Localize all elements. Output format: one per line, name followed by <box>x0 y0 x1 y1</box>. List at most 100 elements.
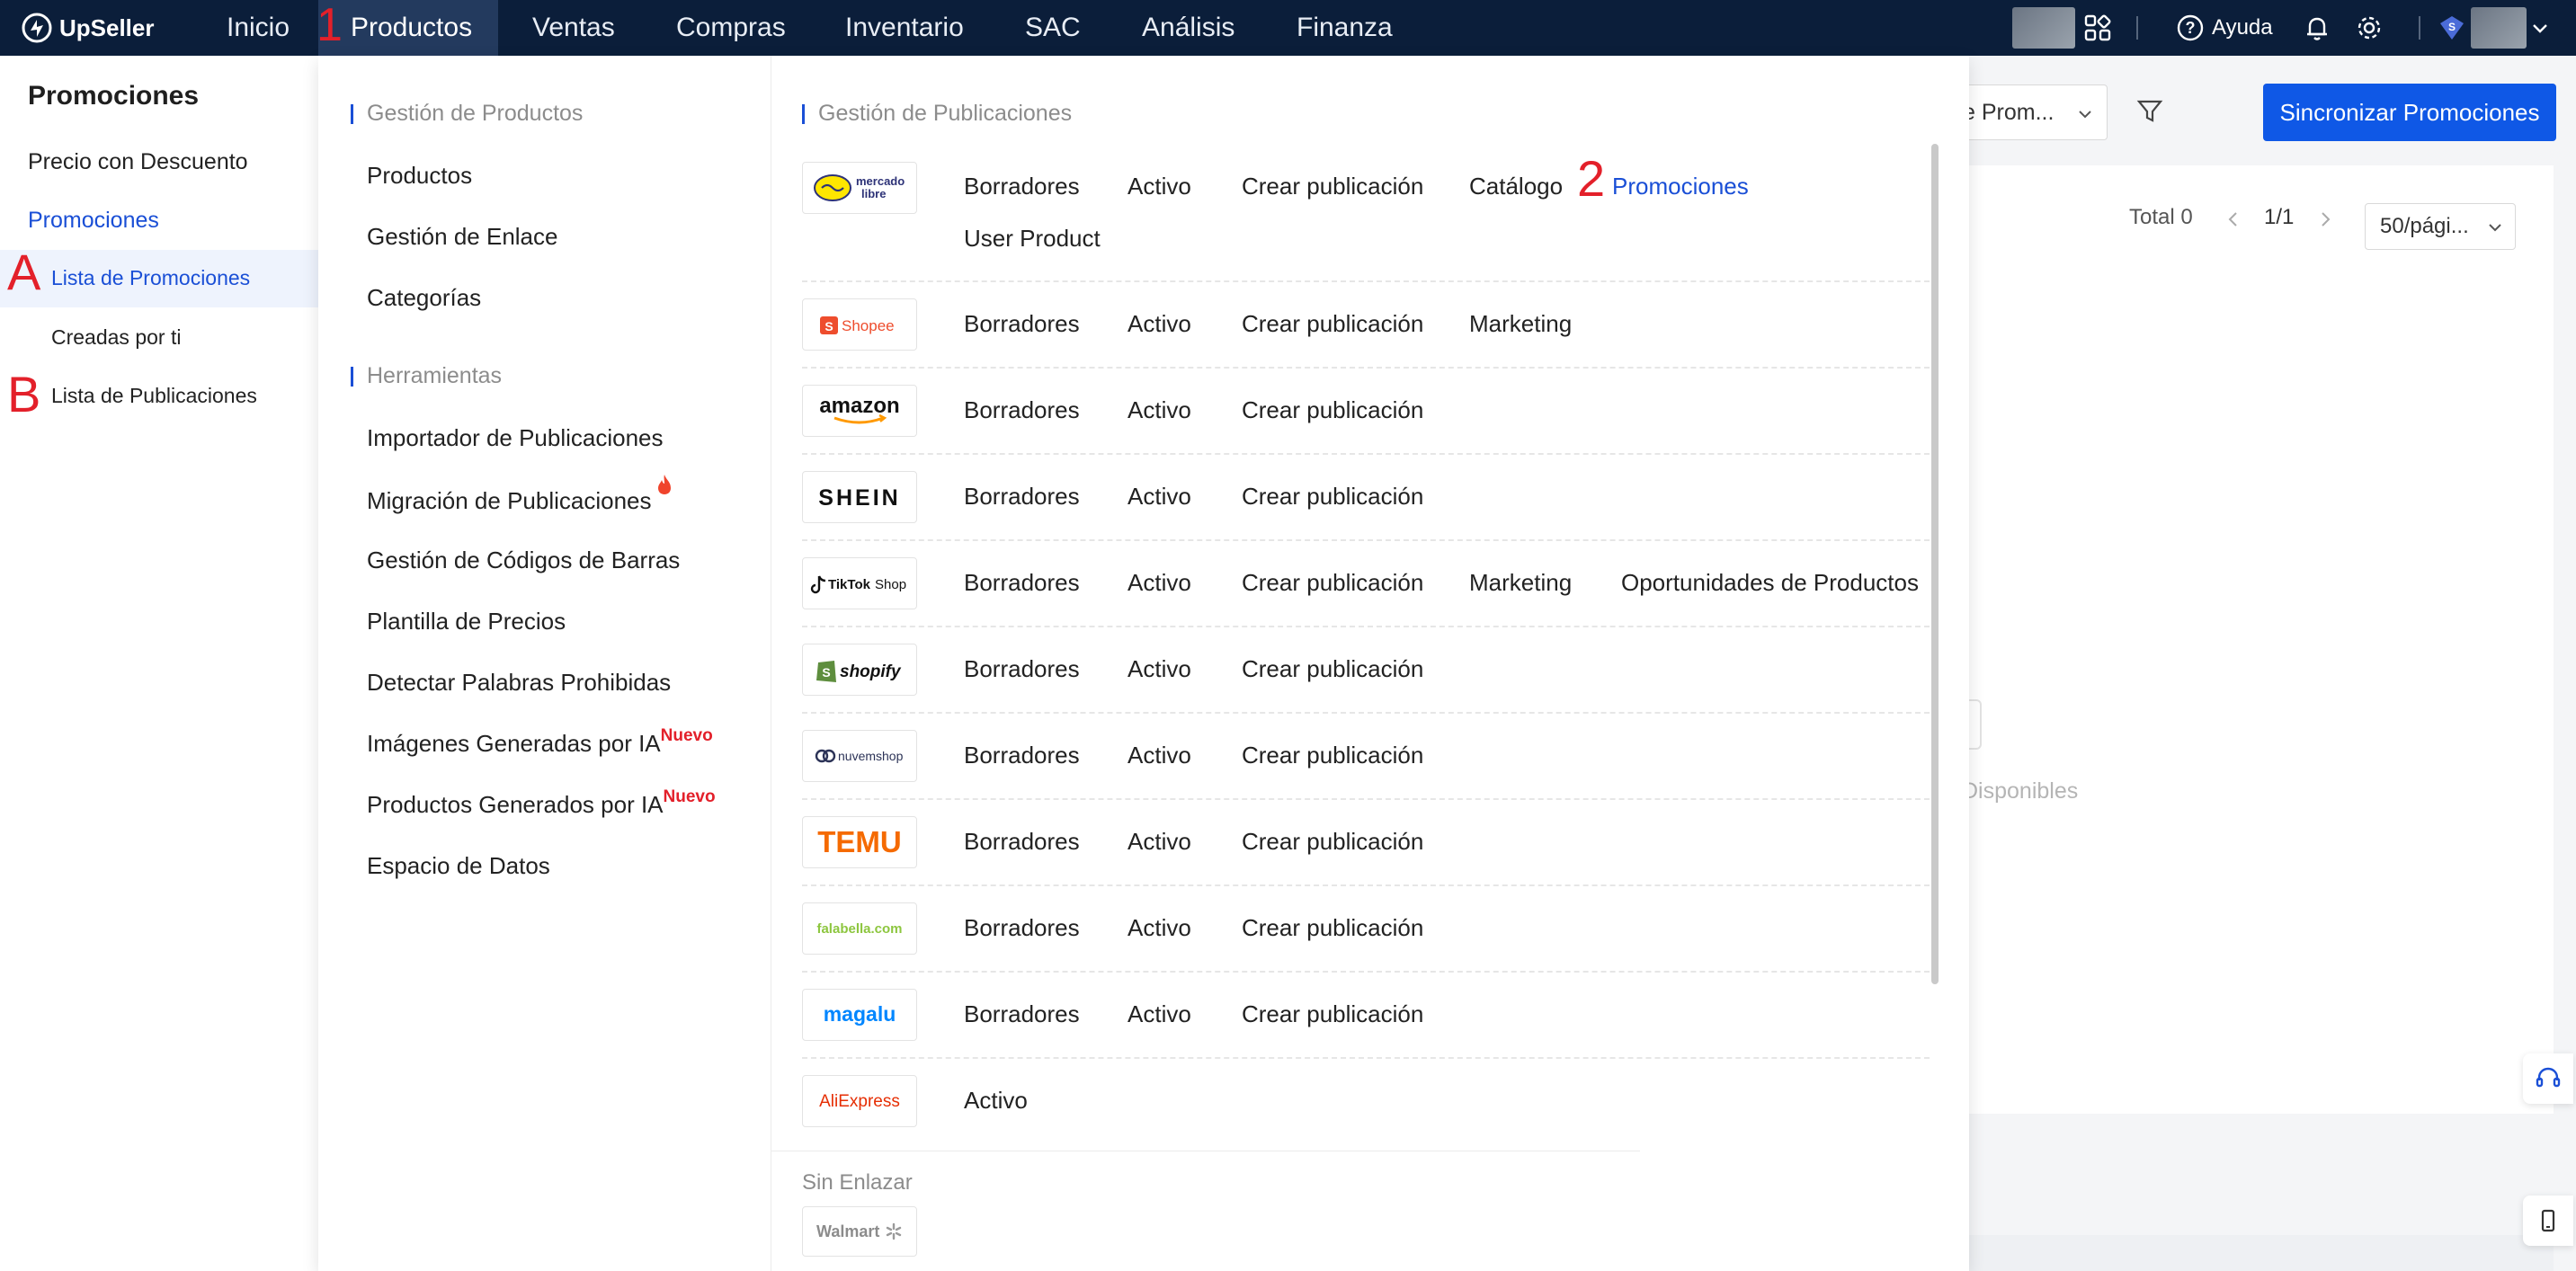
menu-link-palabras-prohibidas[interactable]: Detectar Palabras Prohibidas <box>367 669 671 697</box>
menu-link-imagenes-ia[interactable]: Imágenes Generadas por IANuevo <box>367 726 713 758</box>
user-avatar[interactable] <box>2471 7 2527 49</box>
temu-activo-link[interactable]: Activo <box>1128 828 1191 856</box>
shopify-crear-publicacion-link[interactable]: Crear publicación <box>1242 655 1423 683</box>
aliexpress-logo[interactable]: AliExpress <box>802 1075 917 1127</box>
nav-productos[interactable]: Productos <box>318 0 498 56</box>
ml-crear-publicacion-link[interactable]: Crear publicación <box>1242 173 1423 200</box>
nav-analisis[interactable]: Análisis <box>1110 0 1267 56</box>
ml-user-product-link[interactable]: User Product <box>964 225 1101 253</box>
temu-borradores-link[interactable]: Borradores <box>964 828 1080 856</box>
vip-badge-icon[interactable]: S <box>2437 13 2467 43</box>
ml-catalogo-link[interactable]: Catálogo <box>1469 173 1563 200</box>
ml-borradores-link[interactable]: Borradores <box>964 173 1080 200</box>
platform-row-shein: SHEIN Borradores Activo Crear publicació… <box>802 455 1930 541</box>
nav-ventas[interactable]: Ventas <box>500 0 647 56</box>
amazon-logo[interactable]: amazon <box>802 385 917 437</box>
ml-promociones-link[interactable]: Promociones <box>1612 173 1749 200</box>
nav-inicio[interactable]: Inicio <box>194 0 322 56</box>
shein-crear-publicacion-link[interactable]: Crear publicación <box>1242 483 1423 511</box>
tiktok-crear-publicacion-link[interactable]: Crear publicación <box>1242 569 1423 597</box>
menu-link-importador[interactable]: Importador de Publicaciones <box>367 424 664 452</box>
annotation-marker-1: 1 <box>316 0 343 51</box>
page-indicator: 1/1 <box>2264 205 2295 229</box>
menu-link-migracion[interactable]: Migración de Publicaciones <box>367 475 673 515</box>
tiktok-activo-link[interactable]: Activo <box>1128 569 1191 597</box>
next-page-icon[interactable] <box>2314 209 2336 230</box>
section-gestion-productos: Gestión de Productos <box>351 101 583 127</box>
bell-icon[interactable] <box>2302 13 2332 43</box>
falabella-logo[interactable]: falabella.com <box>802 902 917 955</box>
amazon-activo-link[interactable]: Activo <box>1128 396 1191 424</box>
menu-link-plantilla-precios[interactable]: Plantilla de Precios <box>367 608 566 636</box>
temu-logo[interactable]: TEMU <box>802 816 917 868</box>
shopify-logo[interactable]: S shopify <box>802 644 917 696</box>
shein-logo[interactable]: SHEIN <box>802 471 917 523</box>
help-link[interactable]: ? Ayuda <box>2176 0 2273 56</box>
menu-link-categorias[interactable]: Categorías <box>367 284 481 312</box>
page-size-select[interactable]: 50/pági... <box>2365 203 2516 250</box>
promotion-type-select[interactable]: e Prom... <box>1960 84 2108 140</box>
nav-compras[interactable]: Compras <box>644 0 818 56</box>
shein-activo-link[interactable]: Activo <box>1128 483 1191 511</box>
sidebar-item-precio-descuento[interactable]: Precio con Descuento <box>28 149 248 175</box>
nuvemshop-activo-link[interactable]: Activo <box>1128 742 1191 769</box>
menu-link-gestion-enlace[interactable]: Gestión de Enlace <box>367 223 557 251</box>
temu-crear-publicacion-link[interactable]: Crear publicación <box>1242 828 1423 856</box>
falabella-activo-link[interactable]: Activo <box>1128 914 1191 942</box>
shopee-crear-publicacion-link[interactable]: Crear publicación <box>1242 310 1423 338</box>
platform-row-magalu: magalu Borradores Activo Crear publicaci… <box>802 973 1930 1059</box>
gear-icon[interactable] <box>2354 13 2384 43</box>
nav-sac[interactable]: SAC <box>993 0 1113 56</box>
shopify-borradores-link[interactable]: Borradores <box>964 655 1080 683</box>
mobile-float-button[interactable] <box>2523 1195 2573 1246</box>
shopee-marketing-link[interactable]: Marketing <box>1469 310 1572 338</box>
magalu-crear-publicacion-link[interactable]: Crear publicación <box>1242 1000 1423 1028</box>
magalu-borradores-link[interactable]: Borradores <box>964 1000 1080 1028</box>
amazon-borradores-link[interactable]: Borradores <box>964 396 1080 424</box>
menu-link-codigos-barras[interactable]: Gestión de Códigos de Barras <box>367 547 680 574</box>
annotation-marker-b: B <box>7 366 41 422</box>
shopee-logo[interactable]: S Shopee <box>802 298 917 351</box>
nuvemshop-borradores-link[interactable]: Borradores <box>964 742 1080 769</box>
mercadolibre-logo[interactable]: mercado libre <box>802 162 917 214</box>
tiktok-borradores-link[interactable]: Borradores <box>964 569 1080 597</box>
nuvemshop-crear-publicacion-link[interactable]: Crear publicación <box>1242 742 1423 769</box>
menu-link-productos[interactable]: Productos <box>367 162 472 190</box>
walmart-logo[interactable]: Walmart <box>802 1206 917 1257</box>
tiktok-oportunidades-link[interactable]: Oportunidades de Productos <box>1621 569 1919 597</box>
falabella-borradores-link[interactable]: Borradores <box>964 914 1080 942</box>
shopee-borradores-link[interactable]: Borradores <box>964 310 1080 338</box>
nuvemshop-logo[interactable]: nuvemshop <box>802 730 917 782</box>
sidebar-item-lista-promociones[interactable]: Lista de Promociones <box>51 266 250 290</box>
aliexpress-activo-link[interactable]: Activo <box>964 1087 1028 1115</box>
temu-logo-icon: TEMU <box>817 825 902 858</box>
falabella-crear-publicacion-link[interactable]: Crear publicación <box>1242 914 1423 942</box>
sync-promotions-button[interactable]: Sincronizar Promociones <box>2263 84 2556 141</box>
support-float-button[interactable] <box>2523 1053 2573 1104</box>
sidebar-item-lista-publicaciones[interactable]: Lista de Publicaciones <box>51 384 257 408</box>
shopee-activo-link[interactable]: Activo <box>1128 310 1191 338</box>
menu-link-espacio-datos[interactable]: Espacio de Datos <box>367 852 550 880</box>
magalu-activo-link[interactable]: Activo <box>1128 1000 1191 1028</box>
shein-borradores-link[interactable]: Borradores <box>964 483 1080 511</box>
app-logo[interactable]: UpSeller <box>22 9 155 47</box>
chevron-down-icon[interactable] <box>2528 13 2552 43</box>
filter-icon[interactable] <box>2135 95 2165 126</box>
mega-menu-scrollbar[interactable] <box>1931 144 1939 984</box>
magalu-logo[interactable]: magalu <box>802 989 917 1041</box>
store-avatar[interactable] <box>2012 7 2075 49</box>
tiktok-marketing-link[interactable]: Marketing <box>1469 569 1572 597</box>
nav-inventario[interactable]: Inventario <box>813 0 996 56</box>
mercadolibre-logo-icon: mercado libre <box>814 174 905 201</box>
prev-page-icon[interactable] <box>2223 209 2244 230</box>
apps-grid-icon[interactable] <box>2082 13 2113 43</box>
brand-name: UpSeller <box>59 13 155 41</box>
tiktok-logo[interactable]: TikTok Shop <box>802 557 917 609</box>
ml-activo-link[interactable]: Activo <box>1128 173 1191 200</box>
sidebar-item-promociones[interactable]: Promociones <box>28 208 159 234</box>
shopify-activo-link[interactable]: Activo <box>1128 655 1191 683</box>
amazon-crear-publicacion-link[interactable]: Crear publicación <box>1242 396 1423 424</box>
menu-link-productos-ia[interactable]: Productos Generados por IANuevo <box>367 787 716 819</box>
nav-finanza[interactable]: Finanza <box>1264 0 1425 56</box>
sidebar-item-creadas-por-ti[interactable]: Creadas por ti <box>51 325 181 350</box>
